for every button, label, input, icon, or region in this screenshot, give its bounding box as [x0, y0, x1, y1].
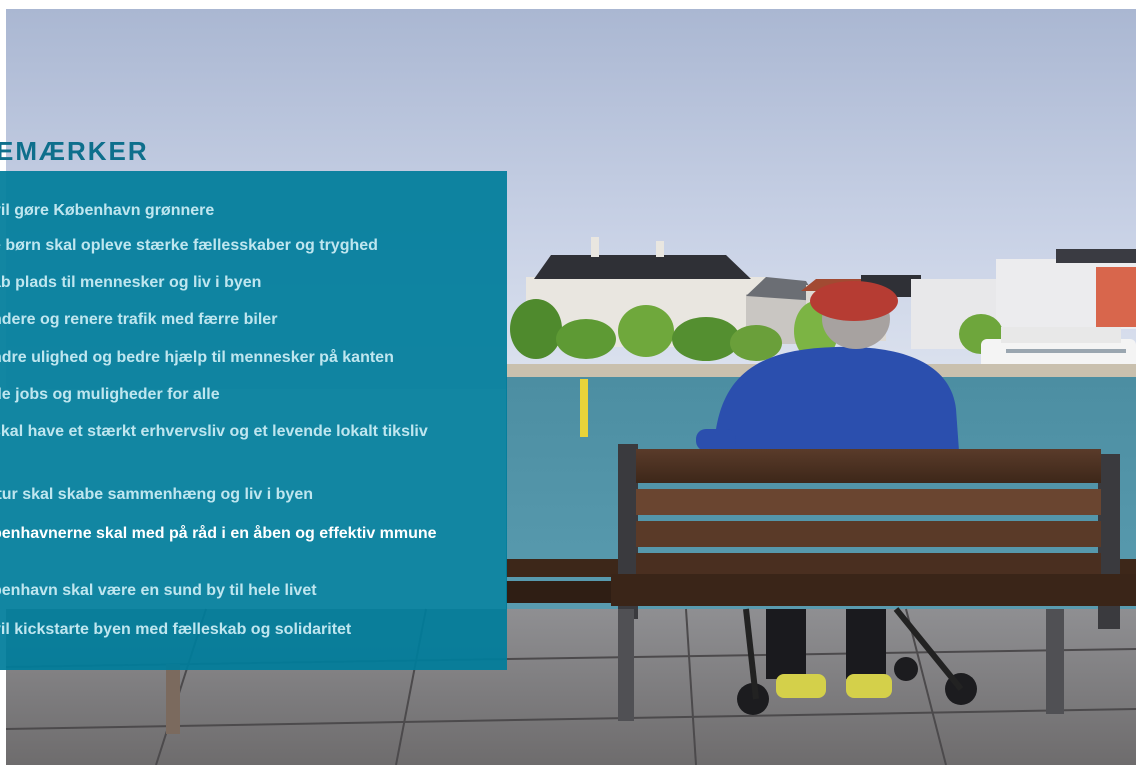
goal-link[interactable]: de jobs og muligheder for alle: [0, 384, 492, 405]
goal-link[interactable]: ltur skal skabe sammenhæng og liv i byen: [0, 484, 492, 505]
buoy: [580, 379, 588, 437]
goal-link[interactable]: ndere og renere trafik med færre biler: [0, 309, 492, 330]
goal-link[interactable]: skal have et stærkt erhvervsliv og et le…: [0, 421, 492, 442]
goal-link[interactable]: e børn skal opleve stærke fællesskaber o…: [0, 235, 492, 256]
goal-link-active[interactable]: benhavnerne skal med på råd i en åben og…: [0, 523, 492, 544]
section-title: EMÆRKER: [0, 136, 149, 166]
goal-link[interactable]: vil gøre København grønnere: [0, 200, 492, 221]
goal-link[interactable]: ab plads til mennesker og liv i byen: [0, 272, 492, 293]
page: EMÆRKER vil gøre København grønnere e bø…: [0, 0, 1136, 765]
goal-link[interactable]: vil kickstarte byen med fælleskab og sol…: [0, 619, 492, 640]
goal-link[interactable]: benhavn skal være en sund by til hele li…: [0, 580, 492, 601]
goals-panel: vil gøre København grønnere e børn skal …: [0, 171, 507, 670]
goal-link[interactable]: ndre ulighed og bedre hjælp til menneske…: [0, 347, 492, 368]
